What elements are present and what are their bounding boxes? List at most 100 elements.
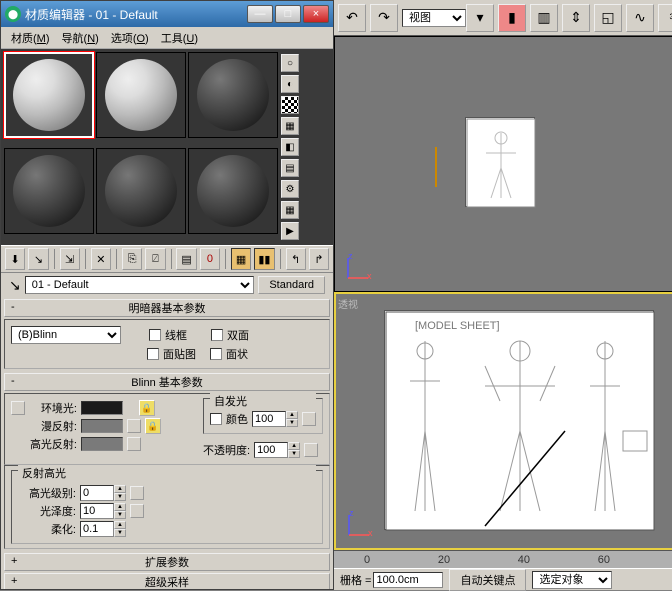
material-map-navigator-icon[interactable]: ▶ — [281, 222, 299, 240]
facemap-checkbox[interactable] — [147, 348, 159, 360]
menu-options[interactable]: 选项(O) — [105, 28, 155, 48]
app-icon: ⬤ — [5, 6, 21, 22]
layers-icon[interactable]: ◱ — [594, 4, 622, 32]
selfillum-spinner[interactable] — [252, 411, 286, 427]
selection-lock-icon[interactable]: ▮ — [498, 4, 526, 32]
faceted-checkbox[interactable] — [210, 348, 222, 360]
time-slider[interactable]: 0 20 40 60 80 100 — [334, 550, 672, 568]
material-id-icon[interactable]: 0 — [200, 248, 220, 270]
sample-slot-3[interactable] — [188, 52, 278, 138]
reset-icon[interactable]: ✕ — [91, 248, 111, 270]
put-to-scene-icon[interactable]: ↘ — [28, 248, 48, 270]
get-material-icon[interactable]: ⬇ — [5, 248, 25, 270]
undo-icon[interactable]: ↶ — [338, 4, 366, 32]
opacity-spinner[interactable] — [254, 442, 288, 458]
spec-level-spinner[interactable] — [80, 485, 114, 501]
rollout-extended[interactable]: +扩展参数 — [4, 553, 330, 571]
pick-material-icon[interactable]: ↘ — [9, 277, 21, 294]
video-color-icon[interactable]: ◧ — [281, 138, 299, 156]
maximize-button[interactable]: □ — [275, 5, 301, 23]
rollout-supersample[interactable]: +超级采样 — [4, 573, 330, 589]
sample-slot-2[interactable] — [96, 52, 186, 138]
selfillum-group-label: 自发光 — [210, 393, 316, 409]
autokey-button[interactable]: 自动关键点 — [449, 569, 526, 591]
ambient-diffuse-lock-icon[interactable]: 🔒 — [139, 400, 155, 416]
go-to-parent-icon[interactable]: ↰ — [286, 248, 306, 270]
tick: 0 — [364, 554, 370, 566]
material-type-button[interactable]: Standard — [258, 276, 325, 294]
selfillum-color-checkbox[interactable] — [210, 413, 222, 425]
options-icon[interactable]: ⚙ — [281, 180, 299, 198]
sample-slot-5[interactable] — [96, 148, 186, 234]
rollout-blinn-basic[interactable]: - Blinn 基本参数 — [4, 373, 330, 391]
menu-material[interactable]: 材质(M) — [5, 28, 56, 48]
material-sphere — [13, 155, 85, 227]
viewport-top[interactable]: zx — [334, 36, 672, 292]
show-map-icon[interactable]: ▦ — [231, 248, 251, 270]
assign-to-selection-icon[interactable]: ⇲ — [60, 248, 80, 270]
axis-gizmo: zx — [344, 510, 374, 540]
diffuse-map-button[interactable] — [127, 419, 141, 433]
align-icon[interactable]: ⇕ — [562, 4, 590, 32]
put-to-library-icon[interactable]: ▤ — [176, 248, 196, 270]
spec-level-map-button[interactable] — [130, 486, 144, 500]
background-icon[interactable] — [281, 96, 299, 114]
wireframe-checkbox[interactable] — [149, 329, 161, 341]
sample-slot-6[interactable] — [188, 148, 278, 234]
soften-spinner[interactable] — [80, 521, 114, 537]
specular-map-button[interactable] — [127, 437, 141, 451]
selfillum-map-button[interactable] — [302, 412, 316, 426]
make-copy-icon[interactable]: ⎘ — [122, 248, 142, 270]
gloss-spinner[interactable] — [80, 503, 114, 519]
spinner-arrows[interactable]: ▲▼ — [114, 503, 126, 519]
diffuse-swatch[interactable] — [81, 419, 123, 433]
opacity-label: 不透明度: — [203, 442, 250, 458]
tick: 60 — [598, 554, 610, 566]
material-editor-titlebar[interactable]: ⬤ 材质编辑器 - 01 - Default — □ × — [1, 1, 333, 27]
rollout-shader-basic[interactable]: -明暗器基本参数 — [4, 299, 330, 317]
sample-slot-4[interactable] — [4, 148, 94, 234]
opacity-map-button[interactable] — [304, 443, 318, 457]
collapse-icon: - — [11, 375, 15, 387]
gloss-label: 光泽度: — [18, 503, 76, 519]
make-preview-icon[interactable]: ▤ — [281, 159, 299, 177]
show-end-result-icon[interactable]: ▮▮ — [254, 248, 274, 270]
reference-image-plane[interactable] — [465, 117, 535, 207]
grid-field[interactable] — [373, 572, 443, 588]
dropdown-icon[interactable]: ▾ — [466, 4, 494, 32]
mirror-icon[interactable]: ▥ — [530, 4, 558, 32]
keymode-select[interactable]: 选定对象 — [532, 571, 612, 589]
sample-type-icon[interactable]: ○ — [281, 54, 299, 72]
spinner-arrows[interactable]: ▲▼ — [114, 485, 126, 501]
twosided-checkbox[interactable] — [211, 329, 223, 341]
make-unique-icon[interactable]: ⍁ — [145, 248, 165, 270]
viewport-perspective[interactable]: 透视 [MODEL SHEET] zx — [334, 292, 672, 550]
minimize-button[interactable]: — — [247, 5, 273, 23]
select-by-material-icon[interactable]: ▦ — [281, 201, 299, 219]
close-button[interactable]: × — [303, 5, 329, 23]
rollout-area[interactable]: -明暗器基本参数 (B)Blinn 线框 双面 面贴图 面状 -Blinn 基本… — [1, 297, 333, 589]
spinner-arrows[interactable]: ▲▼ — [286, 411, 298, 427]
curve-editor-icon[interactable]: ∿ — [626, 4, 654, 32]
reference-coord-select[interactable]: 视图 — [402, 9, 466, 27]
specular-swatch[interactable] — [81, 437, 123, 451]
soften-label: 柔化: — [18, 521, 76, 537]
diffuse-specular-lock-icon[interactable]: 🔒 — [145, 418, 161, 434]
material-name-select[interactable]: 01 - Default — [25, 276, 255, 294]
gloss-map-button[interactable] — [130, 504, 144, 518]
reference-image-plane[interactable]: [MODEL SHEET] — [384, 310, 654, 530]
ambient-lock-icon[interactable] — [11, 401, 25, 415]
spinner-arrows[interactable]: ▲▼ — [288, 442, 300, 458]
menu-tools[interactable]: 工具(U) — [155, 28, 204, 48]
go-forward-icon[interactable]: ↱ — [309, 248, 329, 270]
sample-slot-1[interactable] — [4, 52, 94, 138]
redo-icon[interactable]: ↷ — [370, 4, 398, 32]
rollout-title: Blinn 基本参数 — [131, 377, 203, 389]
spinner-arrows[interactable]: ▲▼ — [114, 521, 126, 537]
sample-uv-icon[interactable]: ▦ — [281, 117, 299, 135]
shader-select[interactable]: (B)Blinn — [11, 326, 121, 344]
ambient-swatch[interactable] — [81, 401, 123, 415]
menu-navigation[interactable]: 导航(N) — [56, 28, 105, 48]
backlight-icon[interactable]: ◐ — [281, 75, 299, 93]
snap-toggle-icon[interactable]: ³ — [658, 4, 672, 32]
